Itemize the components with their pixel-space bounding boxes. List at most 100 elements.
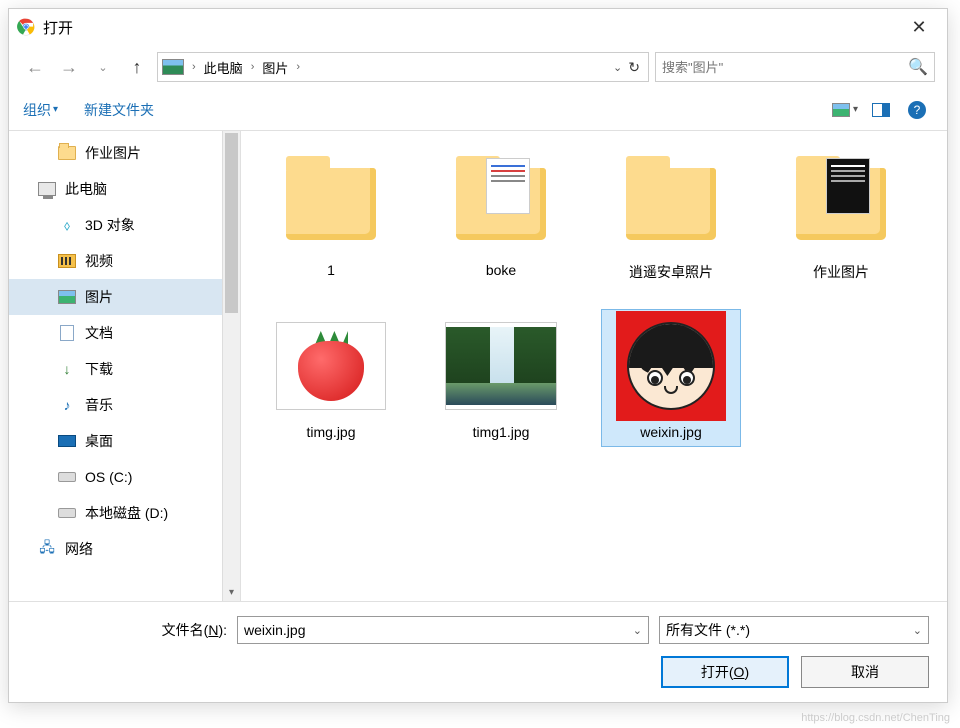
picture-icon <box>58 290 76 304</box>
chevron-down-icon[interactable]: ⌄ <box>913 624 922 637</box>
chevron-right-icon: › <box>296 61 300 73</box>
item-label: 作业图片 <box>813 262 869 282</box>
sidebar-scrollbar[interactable]: ▴ ▾ <box>222 131 240 601</box>
sidebar-item-label: 3D 对象 <box>85 215 135 235</box>
nav-row: ← → ⌄ ↑ › 此电脑 › 图片 › ⌄ ↻ 🔍 <box>9 45 947 89</box>
sidebar-item-video[interactable]: 视频 <box>9 243 223 279</box>
sidebar-item-thispc[interactable]: 此电脑 <box>9 171 223 207</box>
sidebar-item-label: 图片 <box>85 287 113 307</box>
view-mode-button[interactable]: ▾ <box>829 97 861 123</box>
filetype-select[interactable]: 所有文件 (*.*) ⌄ <box>659 616 929 644</box>
search-icon[interactable]: 🔍 <box>908 57 928 77</box>
chevron-down-icon[interactable]: ⌄ <box>633 624 642 637</box>
watermark: https://blog.csdn.net/ChenTing <box>801 712 950 724</box>
cancel-button[interactable]: 取消 <box>801 656 929 688</box>
search-box[interactable]: 🔍 <box>655 52 935 82</box>
disk-icon <box>58 472 76 482</box>
sidebar-item-label: 本地磁盘 (D:) <box>85 503 168 523</box>
download-icon: ↓ <box>57 361 77 377</box>
folder-icon <box>286 168 376 240</box>
organize-label: 组织 <box>23 100 51 120</box>
chrome-icon <box>17 18 35 36</box>
nav-recent-icon[interactable]: ⌄ <box>89 53 117 81</box>
folder-item[interactable]: 1 <box>261 147 401 289</box>
sidebar-item-label: 视频 <box>85 251 113 271</box>
sidebar-item-label: OS (C:) <box>85 469 132 485</box>
folder-icon <box>456 168 546 240</box>
image-thumbnail <box>616 311 726 421</box>
video-icon <box>57 253 77 269</box>
filename-value: weixin.jpg <box>244 622 305 638</box>
chevron-right-icon: › <box>251 61 255 73</box>
filename-label: 文件名(N): <box>27 620 227 640</box>
open-button[interactable]: 打开(O) <box>661 656 789 688</box>
help-button[interactable]: ? <box>901 97 933 123</box>
breadcrumb-pictures[interactable]: 图片 <box>258 56 292 79</box>
item-label: timg.jpg <box>306 424 355 440</box>
image-item-selected[interactable]: weixin.jpg <box>601 309 741 447</box>
disk-icon <box>58 508 76 518</box>
sidebar: 作业图片 此电脑 ⬨ 3D 对象 视频 图片 <box>9 131 241 601</box>
chevron-right-icon: › <box>192 61 196 73</box>
sidebar-item-desktop[interactable]: 桌面 <box>9 423 223 459</box>
sidebar-item-label: 音乐 <box>85 395 113 415</box>
sidebar-item-network[interactable]: 🖧 网络 <box>9 531 223 567</box>
cube-icon: ⬨ <box>57 217 77 233</box>
thumbnail-icon <box>832 103 850 117</box>
folder-item[interactable]: 逍遥安卓照片 <box>601 147 741 289</box>
nav-back-icon[interactable]: ← <box>21 53 49 81</box>
nav-up-icon[interactable]: ↑ <box>123 53 151 81</box>
close-button[interactable]: ✕ <box>899 12 939 42</box>
image-item[interactable]: timg.jpg <box>261 309 401 447</box>
item-label: weixin.jpg <box>640 424 701 440</box>
music-icon: ♪ <box>57 397 77 413</box>
new-folder-button[interactable]: 新建文件夹 <box>84 100 154 120</box>
dialog-title: 打开 <box>43 17 73 38</box>
help-icon: ? <box>908 101 926 119</box>
folder-icon <box>626 168 716 240</box>
sidebar-item-music[interactable]: ♪ 音乐 <box>9 387 223 423</box>
item-label: boke <box>486 262 516 278</box>
breadcrumb-dropdown-icon[interactable]: ⌄ <box>613 61 622 74</box>
file-grid: 1 boke 逍遥安卓照片 作业图片 timg.jpg <box>241 131 947 601</box>
chevron-down-icon: ▾ <box>53 104 58 115</box>
sidebar-item-3d[interactable]: ⬨ 3D 对象 <box>9 207 223 243</box>
folder-icon <box>796 168 886 240</box>
open-dialog: 打开 ✕ ← → ⌄ ↑ › 此电脑 › 图片 › ⌄ ↻ 🔍 组织 ▾ <box>8 8 948 703</box>
item-label: timg1.jpg <box>473 424 530 440</box>
image-item[interactable]: timg1.jpg <box>431 309 571 447</box>
scroll-thumb[interactable] <box>225 133 238 313</box>
breadcrumb-thispc[interactable]: 此电脑 <box>200 56 247 79</box>
image-thumbnail <box>276 322 386 410</box>
scroll-down-icon[interactable]: ▾ <box>223 583 240 601</box>
sidebar-item-osc[interactable]: OS (C:) <box>9 459 223 495</box>
sidebar-item-label: 桌面 <box>85 431 113 451</box>
refresh-icon[interactable]: ↻ <box>628 59 640 76</box>
sidebar-item-docs[interactable]: 文档 <box>9 315 223 351</box>
breadcrumb[interactable]: › 此电脑 › 图片 › ⌄ ↻ <box>157 52 649 82</box>
preview-pane-button[interactable] <box>865 97 897 123</box>
item-label: 1 <box>327 262 335 278</box>
image-thumbnail <box>445 322 557 410</box>
nav-forward-icon[interactable]: → <box>55 53 83 81</box>
filetype-label: 所有文件 (*.*) <box>666 620 750 640</box>
folder-item[interactable]: boke <box>431 147 571 289</box>
folder-item[interactable]: 作业图片 <box>771 147 911 289</box>
chevron-down-icon: ▾ <box>853 104 858 115</box>
item-label: 逍遥安卓照片 <box>629 262 713 282</box>
document-icon <box>57 325 77 341</box>
network-icon: 🖧 <box>37 541 57 557</box>
sidebar-item-label: 下载 <box>85 359 113 379</box>
location-pic-icon <box>162 59 184 75</box>
sidebar-item-downloads[interactable]: ↓ 下载 <box>9 351 223 387</box>
sidebar-item-diskd[interactable]: 本地磁盘 (D:) <box>9 495 223 531</box>
preview-pane-icon <box>872 103 890 117</box>
filename-input[interactable]: weixin.jpg ⌄ <box>237 616 649 644</box>
sidebar-item-pictures[interactable]: 图片 <box>9 279 223 315</box>
sidebar-item-homework[interactable]: 作业图片 <box>9 135 223 171</box>
titlebar: 打开 ✕ <box>9 9 947 45</box>
organize-menu[interactable]: 组织 ▾ <box>23 100 58 120</box>
sidebar-item-label: 此电脑 <box>65 179 107 199</box>
search-input[interactable] <box>662 60 908 75</box>
toolbar: 组织 ▾ 新建文件夹 ▾ ? <box>9 89 947 131</box>
